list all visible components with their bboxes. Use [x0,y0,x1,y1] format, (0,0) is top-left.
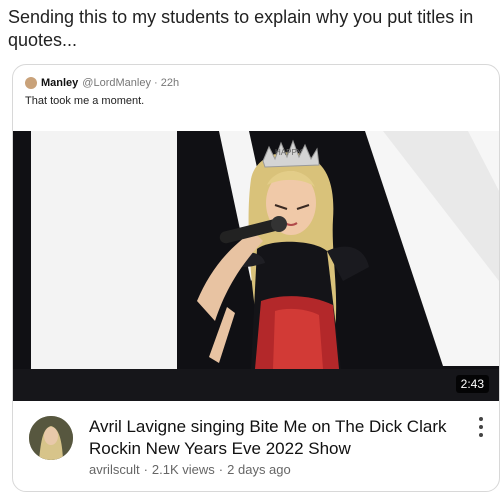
channel-name[interactable]: avrilscult [89,462,140,477]
channel-avatar[interactable] [29,416,73,460]
tweet-separator: · [150,77,161,89]
video-subtitle: avrilscult · 2.1K views · 2 days ago [89,462,291,477]
crown-text: HAPPY [275,148,303,157]
tweet-time: 22h [160,77,180,89]
video-thumbnail[interactable]: HAPPY 2:43 [13,131,499,401]
quoted-card[interactable]: Manley @LordManley · 22h That took me a … [12,64,500,492]
tweet-avatar[interactable] [25,77,37,89]
meta-separator: · [218,462,224,477]
more-vert-icon[interactable] [477,416,485,438]
video-title[interactable]: Avril Lavigne singing Bite Me on The Dic… [89,416,459,460]
post-caption: Sending this to my students to explain w… [8,7,474,50]
upload-age: 2 days ago [227,462,291,477]
tweet-text: That took me a moment. [25,95,145,107]
tweet-author-name[interactable]: Manley [41,77,78,89]
video-meta: Avril Lavigne singing Bite Me on The Dic… [13,410,499,490]
tweet-header: Manley @LordManley · 22h [25,77,179,89]
view-count: 2.1K views [151,462,215,477]
tweet-handle[interactable]: @LordManley [82,77,151,89]
meta-separator: · [143,462,148,477]
performance-still: HAPPY [13,131,499,401]
avatar [29,416,73,460]
video-duration: 2:43 [455,375,489,393]
